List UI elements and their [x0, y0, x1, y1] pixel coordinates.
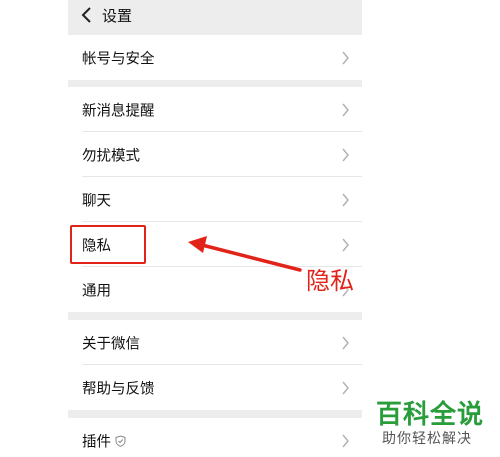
settings-item-account-security[interactable]: 帐号与安全: [68, 35, 362, 80]
settings-item-help-feedback[interactable]: 帮助与反馈: [68, 365, 362, 410]
settings-item-label: 关于微信: [82, 336, 140, 352]
nav-bar: 设置: [68, 0, 362, 32]
chevron-right-icon: [342, 148, 349, 161]
settings-item-do-not-disturb[interactable]: 勿扰模式: [68, 132, 362, 177]
settings-item-label: 帮助与反馈: [82, 381, 155, 397]
page-title: 设置: [102, 7, 133, 25]
chevron-right-icon: [342, 193, 349, 206]
settings-item-label: 帐号与安全: [82, 51, 155, 67]
watermark-subtitle: 助你轻松解决: [382, 431, 472, 447]
chevron-right-icon: [342, 336, 349, 349]
annotation-label: 隐私: [306, 267, 354, 295]
settings-item-label: 聊天: [82, 193, 111, 209]
chevron-right-icon: [342, 51, 349, 64]
chevron-right-icon: [342, 103, 349, 116]
watermark-title: 百科全说: [376, 400, 485, 430]
watermark-logo: 百科全说 助你轻松解决: [367, 390, 500, 457]
settings-item-chat[interactable]: 聊天: [68, 177, 362, 222]
chevron-right-icon: [342, 238, 349, 251]
chevron-right-icon: [342, 381, 349, 394]
chevron-left-icon[interactable]: [78, 5, 96, 25]
privacy-highlight-box: [70, 225, 146, 264]
settings-item-label: 新消息提醒: [82, 103, 155, 119]
settings-item-label: 插件: [82, 434, 111, 450]
settings-item-plugins[interactable]: 插件: [68, 418, 362, 457]
settings-item-about-wechat[interactable]: 关于微信: [68, 320, 362, 365]
settings-item-label: 勿扰模式: [82, 148, 140, 164]
settings-item-label: 通用: [82, 283, 111, 299]
chevron-right-icon: [342, 434, 349, 447]
shield-icon: [115, 434, 126, 447]
settings-item-new-message-alerts[interactable]: 新消息提醒: [68, 87, 362, 132]
